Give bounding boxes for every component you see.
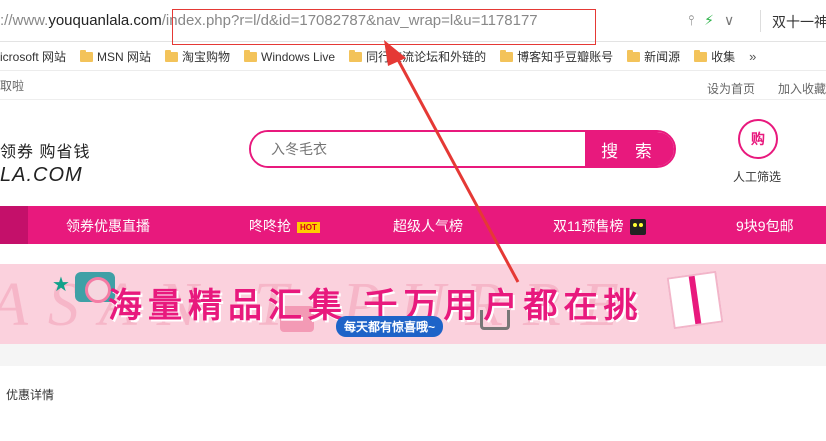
bookmarks-more-icon[interactable]: » [749,49,756,64]
search-box: 搜 索 [249,130,676,168]
bookmark-item[interactable]: MSN 网站 [80,48,151,65]
folder-icon [627,49,641,62]
address-bar-icons: ⫯ ⚡ ∨ [688,12,734,29]
nav-item-label: 双11预售榜 [553,218,624,234]
bookmark-label: icrosoft 网站 [0,50,67,64]
buy-icon[interactable]: 购 [738,119,778,159]
bookmark-item[interactable]: 淘宝购物 [165,48,230,65]
site-top-left-text: 取啦 [0,79,25,93]
star-icon: ★ [52,274,70,296]
add-favorite-link[interactable]: 加入收藏 [778,80,826,97]
hot-badge: HOT [297,221,320,233]
browser-address-bar: ://www.youquanlala.com/index.php?r=l/d&i… [0,0,826,45]
search-input[interactable] [251,132,589,166]
nav-item-9-9-free-shipping[interactable]: 9块9包邮 [736,216,794,236]
folder-icon [165,49,179,62]
set-home-link[interactable]: 设为首页 [707,80,755,97]
nav-item-popular[interactable]: 超级人气榜 [393,216,463,236]
promo-banner[interactable]: ASAN T PURRE ★ 海量精品汇集 千万用户都在挑 每天都有惊喜哦~ [0,264,826,344]
divider [760,10,761,32]
folder-icon [80,49,94,62]
url-annotation-box [172,9,596,45]
bookmark-item[interactable]: 收集 [694,48,735,65]
nav-item-coupon-live[interactable]: 领券优惠直播 [66,216,150,236]
share-icon[interactable]: ⫯ [688,12,694,29]
bookmark-label: 同行交流论坛和外链的 [366,50,487,64]
folder-icon [500,49,514,62]
site-logo[interactable]: LA.COM [0,164,83,187]
bookmark-item[interactable]: 博客知乎豆瓣账号 [500,48,613,65]
nav-item-label: 超级人气榜 [393,218,463,234]
folder-icon [349,49,363,62]
manual-filter-label[interactable]: 人工筛选 [733,168,781,185]
site-slogan: 领券 购省钱 [0,144,91,161]
product-title-partial [196,436,496,441]
bookmark-label: Windows Live [261,49,336,64]
extension-label[interactable]: 双十一神 [772,12,826,32]
lightning-icon[interactable]: ⚡ [704,12,714,29]
nav-category-toggle[interactable] [0,206,28,244]
breadcrumb-detail: 优惠详情 [6,388,55,402]
chevron-down-icon[interactable]: ∨ [724,12,734,29]
bookmark-label: 收集 [711,50,736,64]
bookmark-label: 博客知乎豆瓣账号 [517,50,614,64]
bookmarks-bar: icrosoft 网站 MSN 网站 淘宝购物 Windows Live 同行交… [0,43,826,71]
section-gap [0,344,826,366]
site-top-strip: 取啦 设为首页 加入收藏 [0,72,826,100]
search-button[interactable]: 搜 索 [585,132,674,166]
nav-item-flash-sale[interactable]: 咚咚抢 HOT [249,216,320,236]
url-prefix: ://www. [0,12,49,29]
bookmark-label: 淘宝购物 [182,50,231,64]
bookmark-item[interactable]: 新闻源 [627,48,680,65]
banner-subtitle: 每天都有惊喜哦~ [336,316,444,337]
folder-icon [694,49,708,62]
nav-item-label: 咚咚抢 [249,218,291,234]
bookmark-item[interactable]: icrosoft 网站 [0,48,66,65]
bookmark-item[interactable]: Windows Live [244,49,336,64]
bookmark-item[interactable]: 同行交流论坛和外链的 [349,48,486,65]
url-host: youquanlala.com [48,12,162,29]
tmall-cat-icon [629,219,646,236]
nav-item-label: 领券优惠直播 [66,218,150,234]
bookmark-label: 新闻源 [644,50,681,64]
gift-icon [666,270,724,330]
nav-item-label: 9块9包邮 [736,218,794,234]
nav-item-double11-presale[interactable]: 双11预售榜 [553,216,646,236]
main-nav: 领券优惠直播 咚咚抢 HOT 超级人气榜 双11预售榜 9块9包邮 [0,206,826,244]
bookmark-label: MSN 网站 [97,50,152,64]
folder-icon [244,49,258,62]
